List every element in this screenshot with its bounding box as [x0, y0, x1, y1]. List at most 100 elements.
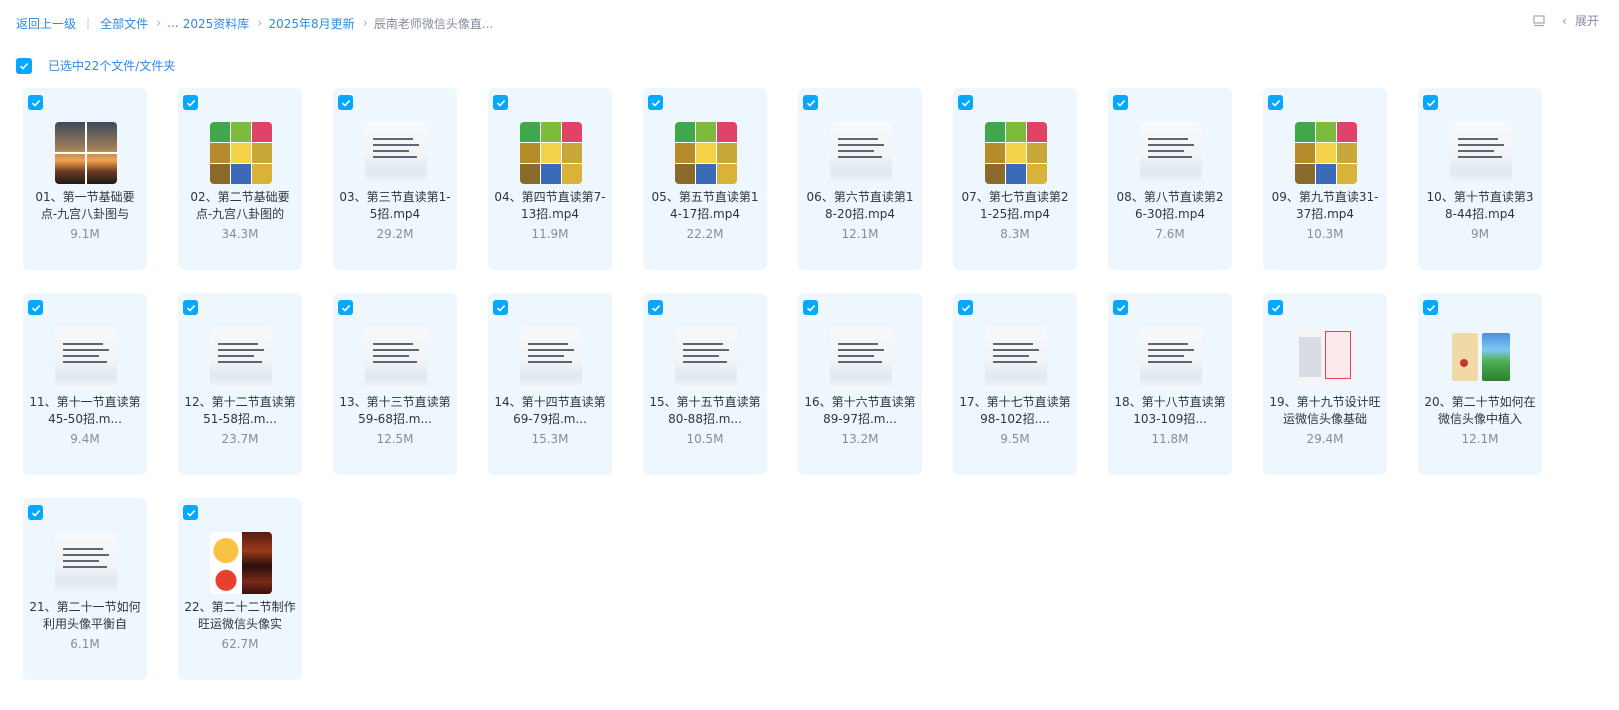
- file-name: 03、第三节直读第1-5招.mp4: [339, 190, 451, 221]
- back-link[interactable]: 返回上一级: [16, 15, 76, 32]
- file-size: 13.2M: [841, 432, 879, 446]
- file-name: 22、第二十二节制作旺运微信头像实: [184, 600, 296, 631]
- file-size: 10.5M: [686, 432, 724, 446]
- file-name: 12、第十二节直读第51-58招.m...: [184, 395, 296, 426]
- file-checkbox[interactable]: [338, 300, 353, 315]
- file-size: 9.4M: [70, 432, 100, 446]
- breadcrumb-item-current: 辰南老师微信头像直...: [373, 16, 494, 31]
- file-checkbox[interactable]: [803, 300, 818, 315]
- video-thumbnail: [675, 122, 737, 184]
- file-size: 9.1M: [70, 227, 100, 241]
- file-name: 06、第六节直读第18-20招.mp4: [806, 190, 914, 221]
- expand-button[interactable]: ‹ 展开: [1562, 12, 1599, 29]
- file-checkbox[interactable]: [1113, 95, 1128, 110]
- file-checkbox[interactable]: [338, 95, 353, 110]
- file-checkbox[interactable]: [1423, 95, 1438, 110]
- file-card[interactable]: 20、第二十节如何在微信头像中植入 12.1M: [1418, 293, 1542, 475]
- video-thumbnail: [1295, 327, 1357, 389]
- all-files-link[interactable]: 全部文件: [100, 15, 148, 32]
- file-size: 29.4M: [1306, 432, 1344, 446]
- file-checkbox[interactable]: [648, 300, 663, 315]
- breadcrumb-bar: 返回上一级 | 全部文件 › ... 2025资料库 › 2025年8月更新 ›…: [16, 12, 1599, 34]
- file-card[interactable]: 08、第八节直读第26-30招.mp4 7.6M: [1108, 88, 1232, 270]
- file-size: 11.9M: [531, 227, 569, 241]
- select-all-checkbox[interactable]: [16, 57, 32, 74]
- video-thumbnail: [520, 122, 582, 184]
- file-card[interactable]: 09、第九节直读31-37招.mp4 10.3M: [1263, 88, 1387, 270]
- file-card[interactable]: 03、第三节直读第1-5招.mp4 29.2M: [333, 88, 457, 270]
- file-name: 18、第十八节直读第103-109招...: [1114, 395, 1226, 426]
- list-view-icon[interactable]: [1532, 14, 1546, 28]
- breadcrumb-item-library[interactable]: 2025资料库: [183, 15, 250, 32]
- video-thumbnail: [830, 327, 892, 389]
- file-size: 9.5M: [1000, 432, 1030, 446]
- file-card[interactable]: 07、第七节直读第21-25招.mp4 8.3M: [953, 88, 1077, 270]
- file-checkbox[interactable]: [28, 505, 43, 520]
- file-name: 16、第十六节直读第89-97招.m...: [804, 395, 916, 426]
- file-checkbox[interactable]: [1268, 300, 1283, 315]
- file-card[interactable]: 12、第十二节直读第51-58招.m... 23.7M: [178, 293, 302, 475]
- toolbar-right: ‹ 展开: [1532, 12, 1599, 29]
- file-checkbox[interactable]: [1268, 95, 1283, 110]
- file-size: 23.7M: [221, 432, 259, 446]
- breadcrumb-ellipsis[interactable]: ...: [167, 16, 178, 30]
- file-card[interactable]: 05、第五节直读第14-17招.mp4 22.2M: [643, 88, 767, 270]
- video-thumbnail: [365, 327, 427, 389]
- file-card[interactable]: 16、第十六节直读第89-97招.m... 13.2M: [798, 293, 922, 475]
- video-thumbnail: [985, 122, 1047, 184]
- file-card[interactable]: 11、第十一节直读第45-50招.m... 9.4M: [23, 293, 147, 475]
- file-size: 12.1M: [841, 227, 879, 241]
- video-thumbnail: [55, 532, 117, 594]
- file-checkbox[interactable]: [183, 300, 198, 315]
- file-card[interactable]: 02、第二节基础要点-九宫八卦图的 34.3M: [178, 88, 302, 270]
- file-size: 9M: [1471, 227, 1489, 241]
- video-thumbnail: [1450, 327, 1512, 389]
- file-name: 14、第十四节直读第69-79招.m...: [494, 395, 606, 426]
- file-card[interactable]: 22、第二十二节制作旺运微信头像实 62.7M: [178, 498, 302, 680]
- file-checkbox[interactable]: [493, 95, 508, 110]
- video-thumbnail: [55, 122, 117, 184]
- file-name: 19、第十九节设计旺运微信头像基础: [1269, 395, 1381, 426]
- file-card[interactable]: 04、第四节直读第7-13招.mp4 11.9M: [488, 88, 612, 270]
- file-card[interactable]: 21、第二十一节如何利用头像平衡自 6.1M: [23, 498, 147, 680]
- file-card[interactable]: 14、第十四节直读第69-79招.m... 15.3M: [488, 293, 612, 475]
- file-checkbox[interactable]: [803, 95, 818, 110]
- file-card[interactable]: 01、第一节基础要点-九宫八卦图与 9.1M: [23, 88, 147, 270]
- file-card[interactable]: 13、第十三节直读第59-68招.m... 12.5M: [333, 293, 457, 475]
- video-thumbnail: [520, 327, 582, 389]
- file-size: 22.2M: [686, 227, 724, 241]
- file-checkbox[interactable]: [183, 95, 198, 110]
- file-size: 8.3M: [1000, 227, 1030, 241]
- file-card[interactable]: 19、第十九节设计旺运微信头像基础 29.4M: [1263, 293, 1387, 475]
- video-thumbnail: [675, 327, 737, 389]
- selection-bar: 已选中22个文件/文件夹: [16, 57, 175, 74]
- file-name: 04、第四节直读第7-13招.mp4: [494, 190, 606, 221]
- chevron-right-icon: ›: [362, 15, 368, 31]
- file-card[interactable]: 15、第十五节直读第80-88招.m... 10.5M: [643, 293, 767, 475]
- file-checkbox[interactable]: [493, 300, 508, 315]
- file-size: 12.1M: [1461, 432, 1499, 446]
- file-checkbox[interactable]: [1113, 300, 1128, 315]
- file-checkbox[interactable]: [28, 95, 43, 110]
- video-thumbnail: [210, 327, 272, 389]
- file-checkbox[interactable]: [28, 300, 43, 315]
- file-checkbox[interactable]: [183, 505, 198, 520]
- file-card[interactable]: 17、第十七节直读第98-102招.... 9.5M: [953, 293, 1077, 475]
- file-name: 08、第八节直读第26-30招.mp4: [1116, 190, 1224, 221]
- file-size: 11.8M: [1151, 432, 1189, 446]
- file-name: 01、第一节基础要点-九宫八卦图与: [35, 190, 135, 221]
- file-checkbox[interactable]: [958, 300, 973, 315]
- file-card[interactable]: 18、第十八节直读第103-109招... 11.8M: [1108, 293, 1232, 475]
- file-checkbox[interactable]: [958, 95, 973, 110]
- video-thumbnail: [1450, 122, 1512, 184]
- file-checkbox[interactable]: [1423, 300, 1438, 315]
- video-thumbnail: [55, 327, 117, 389]
- file-checkbox[interactable]: [648, 95, 663, 110]
- breadcrumb-item-august[interactable]: 2025年8月更新: [268, 15, 354, 32]
- file-name: 20、第二十节如何在微信头像中植入: [1424, 395, 1536, 426]
- video-thumbnail: [1140, 122, 1202, 184]
- file-card[interactable]: 10、第十节直读第38-44招.mp4 9M: [1418, 88, 1542, 270]
- file-name: 11、第十一节直读第45-50招.m...: [29, 395, 141, 426]
- file-card[interactable]: 06、第六节直读第18-20招.mp4 12.1M: [798, 88, 922, 270]
- file-size: 62.7M: [221, 637, 259, 651]
